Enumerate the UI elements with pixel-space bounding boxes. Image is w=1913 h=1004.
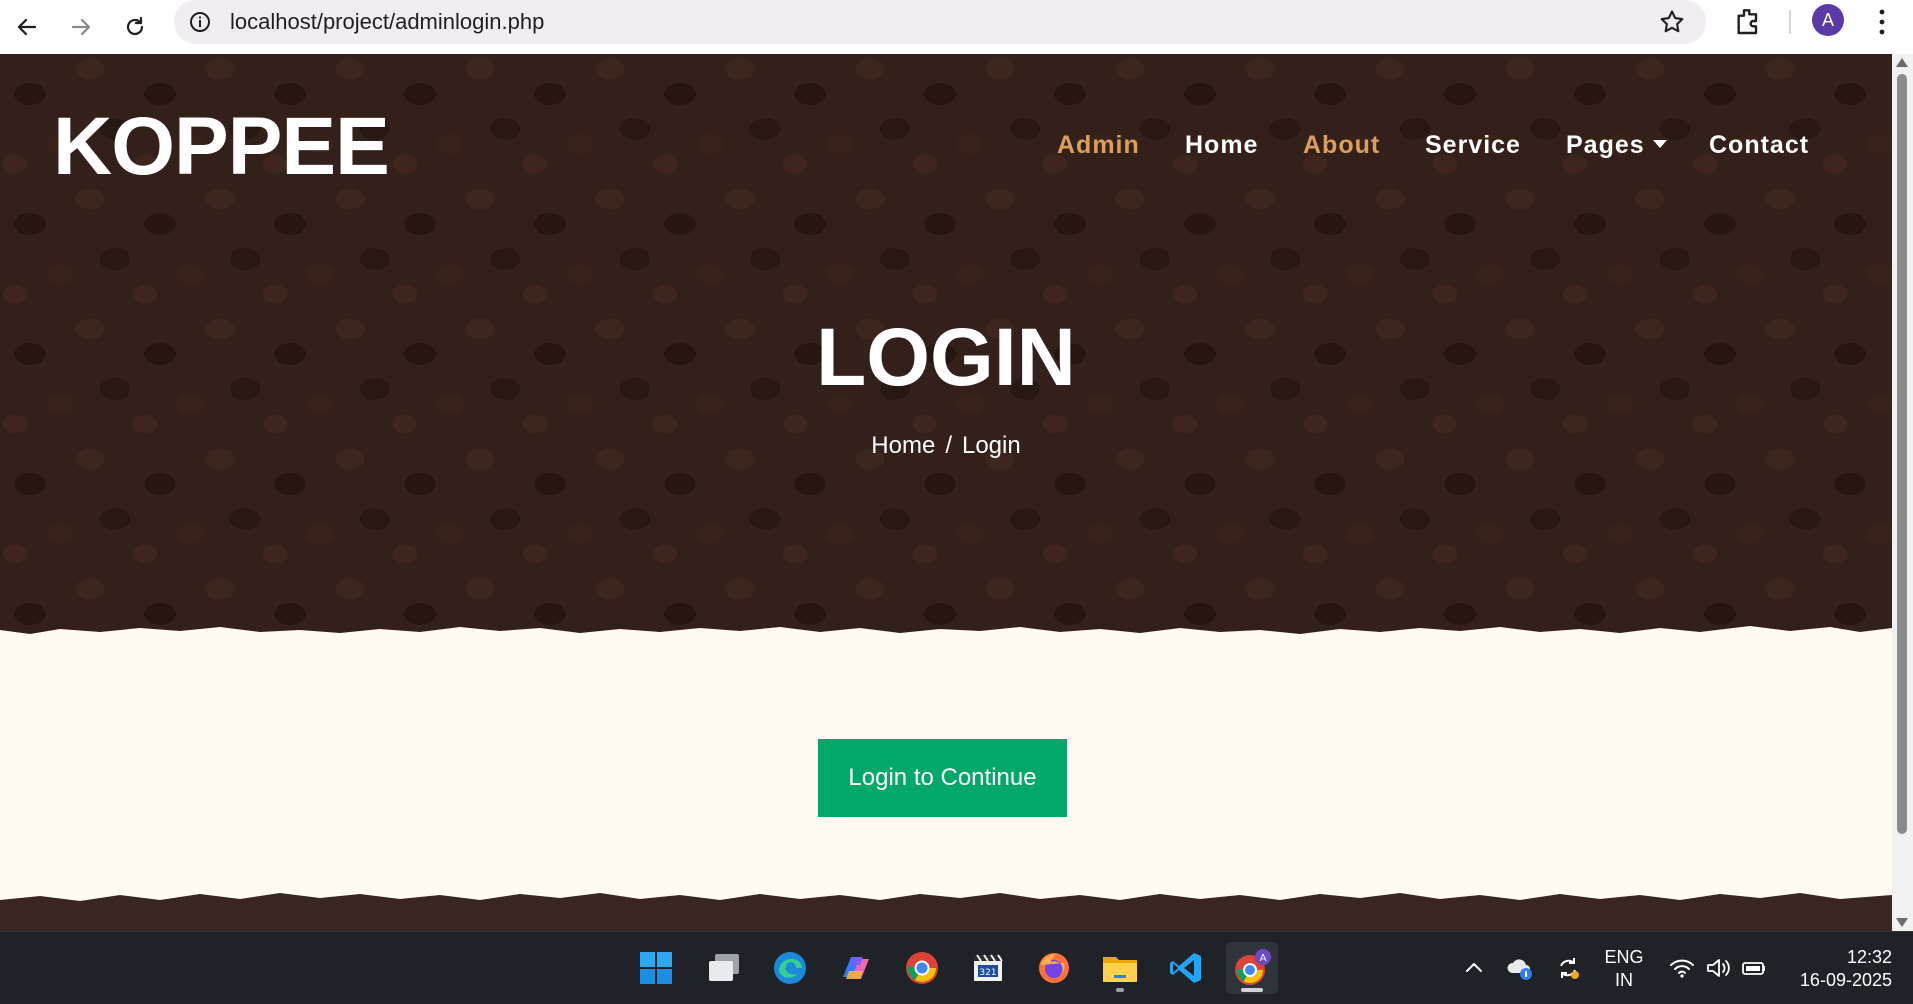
back-arrow-icon — [17, 18, 37, 36]
scroll-up-arrow-icon[interactable] — [1896, 58, 1908, 67]
active-indicator — [1241, 988, 1263, 992]
breadcrumb-current: Login — [961, 432, 1021, 459]
site-logo[interactable]: KOPPEE — [53, 97, 390, 197]
chrome-profile-icon: A — [1235, 949, 1271, 985]
forward-arrow-icon — [71, 18, 91, 36]
windows-start-icon — [640, 952, 672, 984]
copilot-icon — [843, 957, 869, 979]
torn-paper-edge-bottom — [0, 893, 1892, 912]
file-explorer-icon — [1103, 957, 1137, 982]
breadcrumb: Home / Login — [0, 430, 1892, 462]
breadcrumb-home[interactable]: Home — [871, 432, 935, 459]
breadcrumb-separator: / — [945, 432, 952, 459]
toolbar-divider — [1789, 10, 1791, 34]
nav-home[interactable]: Home — [1185, 128, 1258, 162]
nav-contact[interactable]: Contact — [1709, 128, 1809, 162]
running-indicator — [1116, 988, 1124, 992]
nav-pages-dropdown[interactable]: Pages — [1566, 128, 1667, 162]
windows-taskbar: 321 A ENG IN 12:32 16-09-2025 — [0, 931, 1913, 1004]
caret-down-icon — [1652, 140, 1667, 149]
browser-toolbar: localhost/project/adminlogin.php A — [0, 0, 1913, 54]
scroll-thumb[interactable] — [1897, 74, 1907, 834]
chrome-icon — [906, 952, 938, 984]
onedrive-sync-icon[interactable] — [1506, 954, 1534, 982]
vscode-icon — [1170, 953, 1201, 983]
site-info-icon[interactable] — [188, 10, 212, 34]
svg-text:321: 321 — [979, 968, 996, 978]
bookmark-star-icon[interactable] — [1658, 8, 1686, 36]
clock-time: 12:32 — [1846, 947, 1892, 967]
start-button[interactable] — [630, 942, 682, 994]
page-title: LOGIN — [816, 312, 1076, 403]
firefox-app[interactable] — [1028, 942, 1080, 994]
chrome-profile-app[interactable]: A — [1226, 942, 1278, 994]
nav-about[interactable]: About — [1303, 128, 1380, 162]
vscode-app[interactable] — [1160, 942, 1212, 994]
extensions-icon[interactable] — [1732, 5, 1764, 37]
edge-app[interactable] — [764, 942, 816, 994]
file-explorer-app[interactable] — [1094, 942, 1146, 994]
copilot-app[interactable] — [830, 942, 882, 994]
nav-admin[interactable]: Admin — [1057, 128, 1140, 162]
media-app[interactable]: 321 — [962, 942, 1014, 994]
battery-icon[interactable] — [1740, 954, 1768, 982]
page-scrollbar[interactable] — [1892, 54, 1913, 931]
browser-menu-icon[interactable] — [1870, 5, 1894, 39]
input-language[interactable]: ENG IN — [1600, 946, 1648, 992]
edge-icon — [774, 952, 806, 984]
page-viewport: KOPPEE Admin Home About Service Pages Co… — [0, 54, 1892, 931]
task-view-icon — [709, 954, 739, 981]
volume-icon[interactable] — [1704, 954, 1732, 982]
media-player-icon: 321 — [974, 954, 1003, 981]
login-to-continue-button[interactable]: Login to Continue — [818, 739, 1067, 817]
chrome-app[interactable] — [896, 942, 948, 994]
region-code: IN — [1615, 970, 1633, 990]
url-text[interactable]: localhost/project/adminlogin.php — [230, 8, 544, 36]
nav-pages-label: Pages — [1566, 131, 1645, 159]
task-view-button[interactable] — [698, 942, 750, 994]
profile-avatar[interactable]: A — [1812, 4, 1844, 36]
clock-date: 16-09-2025 — [1799, 970, 1892, 990]
nav-service[interactable]: Service — [1425, 128, 1521, 162]
torn-paper-edge-top — [0, 626, 1892, 672]
hero-section: KOPPEE Admin Home About Service Pages Co… — [0, 54, 1892, 654]
show-hidden-icons-chevron-icon[interactable] — [1460, 954, 1488, 982]
wifi-icon[interactable] — [1668, 954, 1696, 982]
forward-button[interactable] — [60, 6, 102, 48]
sync-status-icon[interactable] — [1554, 954, 1582, 982]
back-button[interactable] — [6, 6, 48, 48]
language-code: ENG — [1604, 947, 1644, 967]
scroll-down-arrow-icon[interactable] — [1896, 918, 1908, 927]
reload-button[interactable] — [114, 6, 156, 48]
svg-text:A: A — [1260, 953, 1267, 964]
firefox-icon — [1039, 953, 1069, 983]
reload-icon — [126, 16, 144, 36]
address-bar[interactable]: localhost/project/adminlogin.php — [174, 0, 1706, 44]
clock[interactable]: 12:32 16-09-2025 — [1782, 946, 1892, 992]
